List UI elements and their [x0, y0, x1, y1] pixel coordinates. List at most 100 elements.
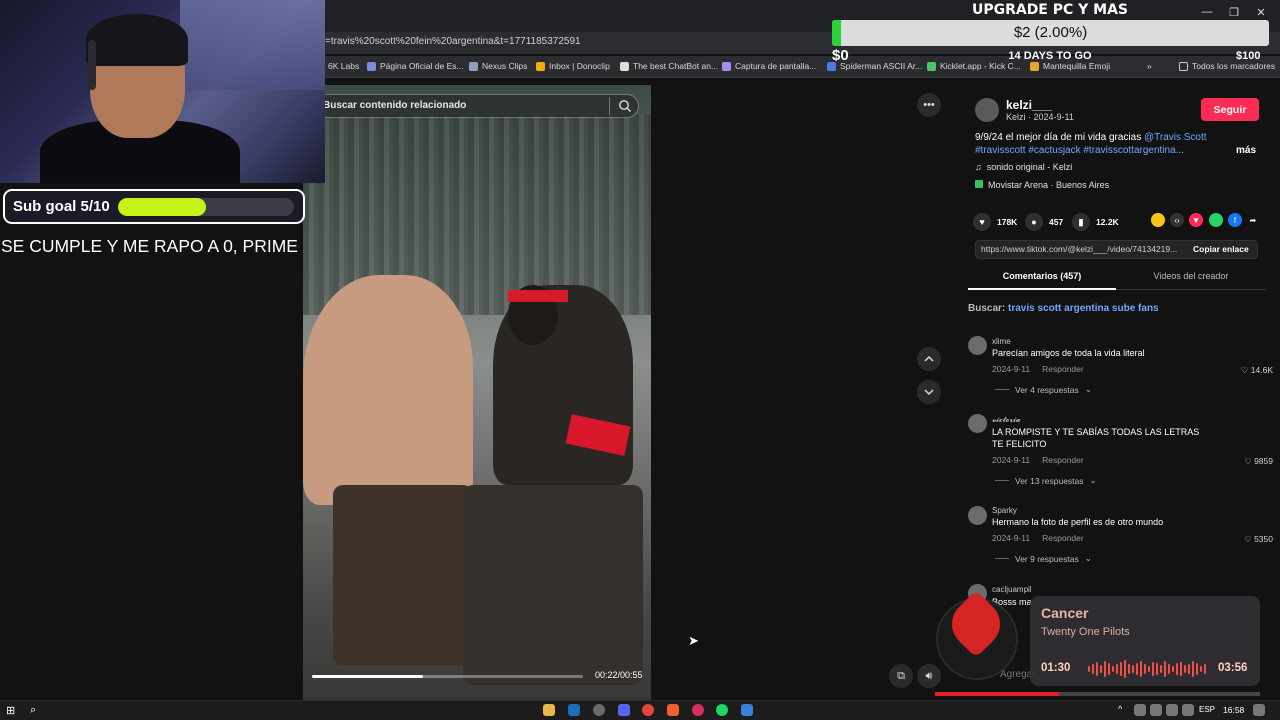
comment-avatar[interactable]	[968, 414, 987, 433]
whatsapp-icon[interactable]	[1209, 213, 1223, 227]
search-icon[interactable]: ⌕	[30, 704, 42, 716]
app-icon[interactable]	[741, 704, 753, 716]
coin-icon[interactable]	[1151, 213, 1165, 227]
copy-link-button[interactable]: Copiar enlace	[1193, 244, 1249, 254]
follow-button[interactable]: Seguir	[1201, 98, 1259, 121]
waveform-bar	[1096, 662, 1098, 676]
bookmark-label: Spiderman ASCII Ar...	[840, 61, 923, 71]
mention-link[interactable]: @Travis Scott	[1144, 132, 1207, 143]
bookmark-item[interactable]: 6K Labs	[328, 61, 359, 71]
save-button[interactable]: ▮ 12.2K	[1072, 213, 1119, 231]
share-link[interactable]: https://www.tiktok.com/@kelzi___/video/7…	[981, 244, 1177, 254]
address-bar-url[interactable]: =travis%20scott%20fein%20argentina&t=177…	[325, 36, 581, 47]
post-username[interactable]: kelzi___	[1006, 98, 1052, 112]
comment-username[interactable]: xlime	[992, 337, 1011, 346]
waveform-bar	[1144, 664, 1146, 674]
volume-icon[interactable]	[1166, 704, 1178, 716]
reply-button[interactable]: Responder	[1042, 533, 1084, 543]
spotify-icon[interactable]	[716, 704, 728, 716]
bookmark-item[interactable]: Mantequilla Emoji	[1030, 61, 1110, 71]
video-performer-left	[303, 275, 473, 505]
more-options-button[interactable]: •••	[917, 93, 941, 117]
reply-button[interactable]: Responder	[1042, 364, 1084, 374]
waveform-bar	[1104, 661, 1106, 677]
tab-creator-videos[interactable]: Videos del creador	[1116, 271, 1266, 281]
sub-goal-widget: Sub goal 5/10	[3, 189, 305, 224]
bookmark-item[interactable]: Inbox | Donoclip	[536, 61, 610, 71]
comment-username[interactable]: 𝓿𝓲𝓬𝓽𝓸𝓻𝓲𝓪	[992, 415, 1021, 425]
bookmarks-more-button[interactable]: »	[1147, 61, 1152, 71]
mouse-cursor-icon: ➤	[688, 633, 699, 648]
volume-button[interactable]: 🔊︎	[917, 664, 941, 688]
comment-icon: ●	[1025, 213, 1043, 231]
comment-username[interactable]: Sparky	[992, 506, 1017, 515]
bookmark-item[interactable]: Captura de pantalla...	[722, 61, 816, 71]
bookmark-item[interactable]: Nexus Clips	[469, 61, 527, 71]
bookmark-item[interactable]: Página Oficial de Es...	[367, 61, 464, 71]
site-icon	[620, 61, 629, 71]
like-button[interactable]: ♥ 178K	[973, 213, 1017, 231]
comment-likes[interactable]: ♡ 14.6K	[1241, 365, 1273, 376]
comment-username[interactable]: cacljuampil	[992, 585, 1032, 594]
floating-player-button[interactable]: ⧉	[889, 664, 913, 688]
brave-icon[interactable]	[667, 704, 679, 716]
embed-icon[interactable]: ‹›	[1170, 213, 1184, 227]
more-link[interactable]: más	[1236, 145, 1256, 156]
clock[interactable]: 16:58	[1223, 705, 1244, 715]
video-performer-right-shorts	[463, 485, 643, 685]
tray-icon[interactable]	[1182, 704, 1194, 716]
sound-link[interactable]: ♫ sonido original - Kelzi	[975, 162, 1072, 172]
heart-icon: ♥	[973, 213, 991, 231]
waveform-bar	[1204, 664, 1206, 674]
comment-avatar[interactable]	[968, 336, 987, 355]
sub-goal-note: SE CUMPLE Y ME RAPO A 0, PRIME	[1, 236, 298, 256]
comment-like-count: 14.6K	[1250, 365, 1273, 375]
avatar[interactable]	[975, 98, 999, 122]
microphone-icon[interactable]	[1134, 704, 1146, 716]
view-replies-button[interactable]: Ver 4 respuestas ⌄	[995, 384, 1092, 395]
waveform-bar	[1148, 666, 1150, 672]
waveform-bar	[1132, 665, 1134, 673]
like-count: 178K	[997, 217, 1018, 227]
chrome-icon[interactable]	[642, 704, 654, 716]
video-player[interactable]	[303, 85, 651, 700]
post-hashtags[interactable]: #travisscott #cactusjack #travisscottarg…	[975, 145, 1184, 156]
speaker-icon: 🔊︎	[925, 669, 933, 682]
all-bookmarks-button[interactable]: Todos los marcadores	[1179, 61, 1275, 71]
windows-start-icon[interactable]: ⊞	[6, 704, 18, 717]
discord-icon[interactable]	[618, 704, 630, 716]
location-link[interactable]: Movistar Arena · Buenos Aires	[975, 180, 1109, 190]
location-pin-icon	[975, 180, 983, 188]
comment-likes[interactable]: ♡ 9859	[1244, 456, 1273, 467]
reply-button[interactable]: Responder	[1042, 455, 1084, 465]
send-icon[interactable]: ▼	[1189, 213, 1203, 227]
network-icon[interactable]	[1150, 704, 1162, 716]
location-label: Movistar Arena · Buenos Aires	[988, 180, 1110, 190]
previous-video-button[interactable]	[917, 347, 941, 371]
chevrons-right-icon: »	[1147, 61, 1152, 71]
bookmark-item[interactable]: Kicklet.app - Kick C...	[927, 61, 1021, 71]
waveform-bar	[1184, 665, 1186, 673]
language-indicator[interactable]: ESP	[1199, 705, 1215, 714]
comment-likes[interactable]: ♡ 5350	[1244, 534, 1273, 545]
facebook-icon[interactable]: f	[1228, 213, 1242, 227]
notifications-icon[interactable]	[1253, 704, 1265, 716]
tab-comments[interactable]: Comentarios (457)	[968, 271, 1116, 281]
bookmark-item[interactable]: The best ChatBot an...	[620, 61, 718, 71]
search-suggestion[interactable]: Buscar: travis scott argentina sube fans	[968, 303, 1159, 314]
bookmark-label: Kicklet.app - Kick C...	[940, 61, 1021, 71]
view-replies-button[interactable]: Ver 9 respuestas ⌄	[995, 553, 1092, 564]
search-suggestion-query[interactable]: travis scott argentina sube fans	[1008, 303, 1159, 314]
view-replies-button[interactable]: Ver 13 respuestas ⌄	[995, 475, 1097, 486]
media-player-icon[interactable]	[692, 704, 704, 716]
comment-button[interactable]: ● 457	[1025, 213, 1063, 231]
comment-text: LA ROMPISTE Y TE SABÍAS TODAS LAS LETRAS…	[992, 427, 1200, 449]
share-icon[interactable]: ➦	[1246, 213, 1260, 227]
file-explorer-icon[interactable]	[543, 704, 555, 716]
comment-avatar[interactable]	[968, 506, 987, 525]
search-icon[interactable]	[618, 99, 632, 113]
steam-icon[interactable]	[568, 704, 580, 716]
next-video-button[interactable]	[917, 380, 941, 404]
chevron-up-icon[interactable]: ^	[1118, 704, 1130, 716]
obs-icon[interactable]	[593, 704, 605, 716]
